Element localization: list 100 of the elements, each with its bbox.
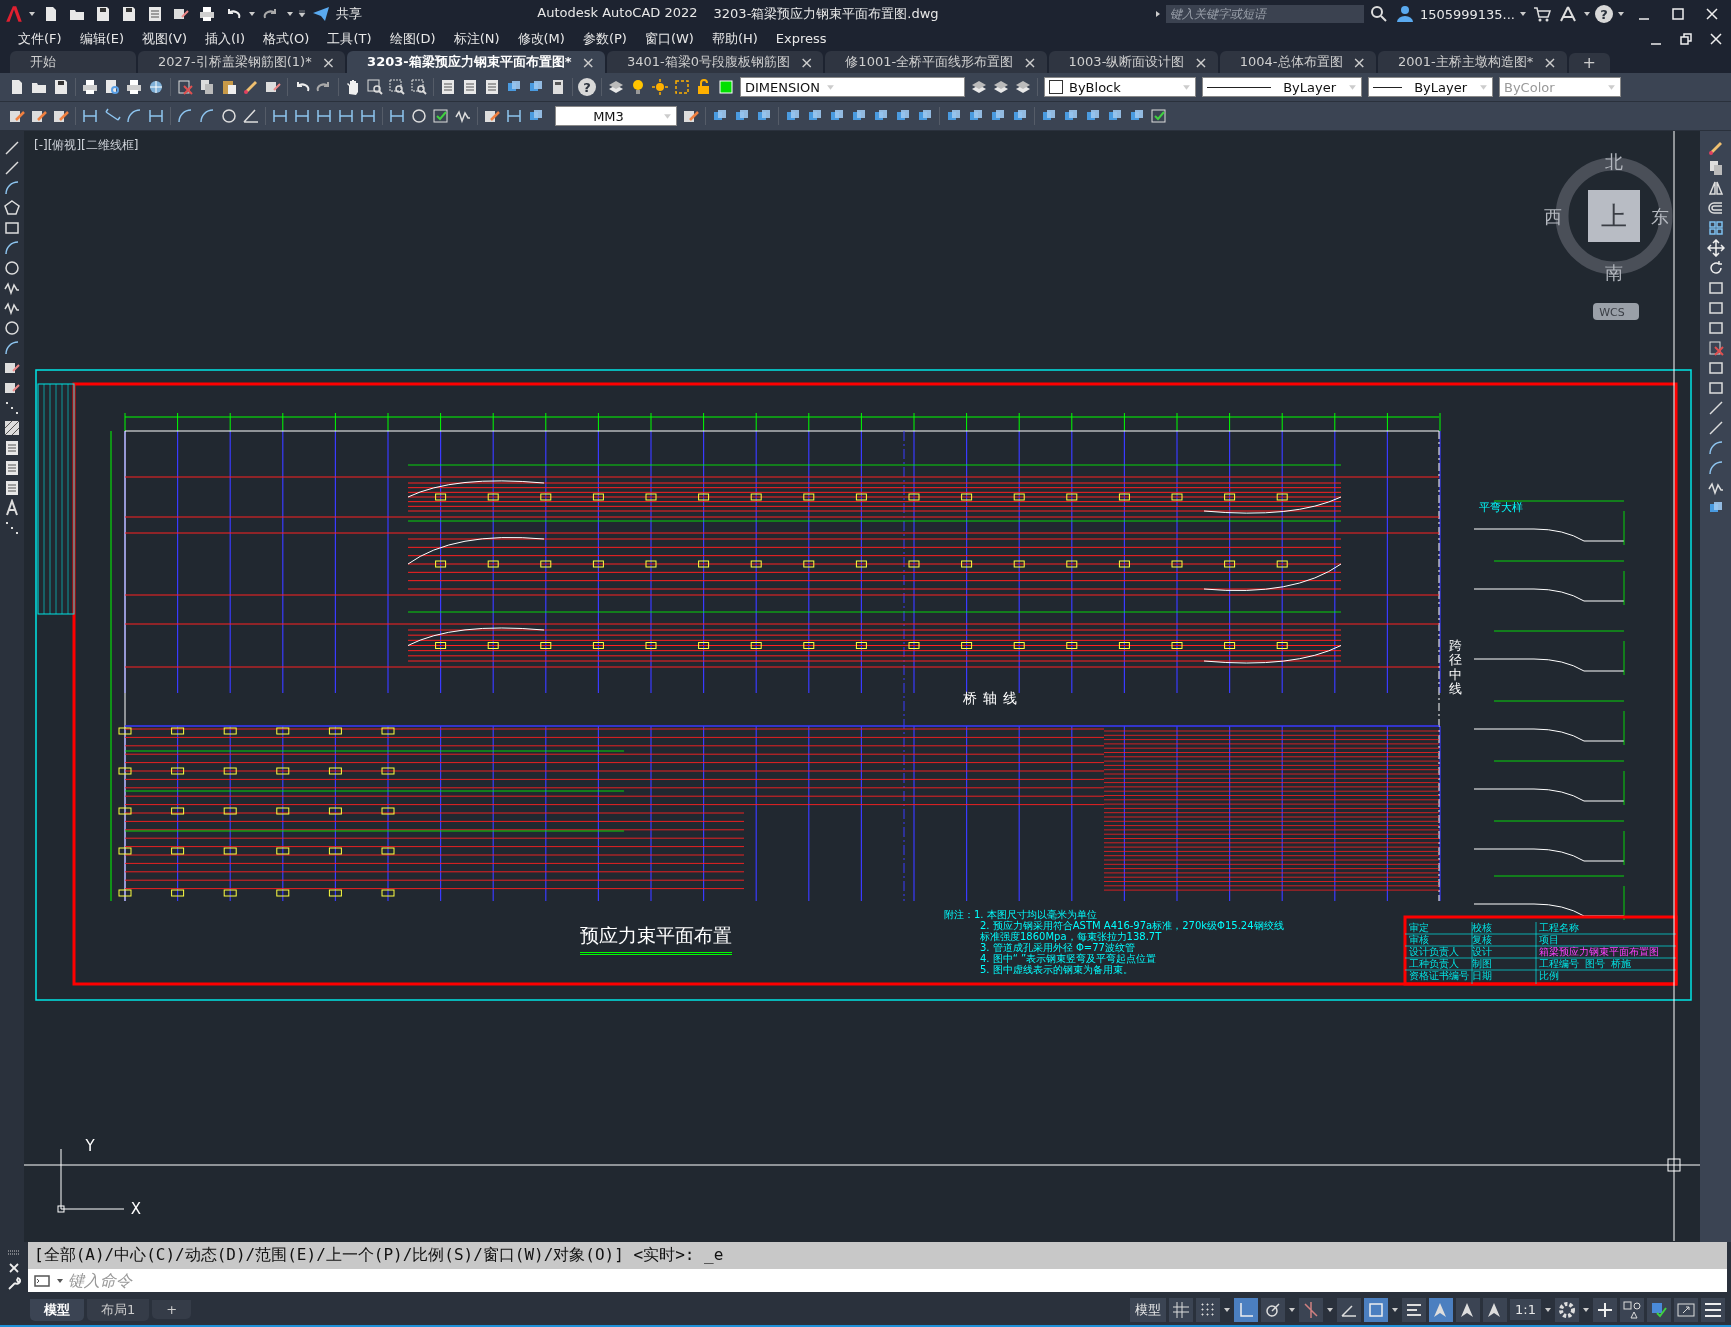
text-icon[interactable] [3,499,21,517]
close-icon[interactable] [1705,7,1719,21]
rect-icon[interactable] [1706,279,1725,297]
plus-icon[interactable] [1593,1297,1617,1322]
layout-tab[interactable]: 模型 [30,1298,84,1321]
file-tab[interactable]: 3401-箱梁0号段腹板钢筋图 × [606,51,824,73]
color-dropdown[interactable]: ByBlock [1044,77,1196,97]
cut-icon[interactable] [1706,339,1725,357]
shapes-icon[interactable] [1620,1297,1644,1322]
share-button[interactable]: 共享 [336,5,362,23]
circle-icon[interactable] [410,107,428,125]
zoom-icon[interactable] [366,78,384,96]
help-button[interactable]: ? [578,78,596,96]
brush-icon[interactable] [242,78,260,96]
array-icon[interactable] [1706,219,1725,237]
circle-icon[interactable] [220,107,238,125]
menu-item[interactable]: 帮助(H) [707,29,772,48]
layout-tab[interactable]: 布局1 [87,1298,150,1321]
caret-icon[interactable] [1583,10,1591,18]
paste-icon[interactable] [220,78,238,96]
menu-item[interactable]: 文件(F) [14,29,76,48]
rect-icon[interactable] [1706,299,1725,317]
rect-icon[interactable] [1706,319,1725,337]
help-button[interactable]: ? [1595,5,1613,23]
poly-icon[interactable] [3,199,21,217]
sheet-icon[interactable] [439,78,457,96]
wcs-label[interactable]: WCS [1599,306,1625,319]
grid-toggle-icon[interactable] [1169,1297,1194,1322]
sheet-icon[interactable] [483,78,501,96]
caret-icon[interactable] [56,1276,64,1285]
layers-icon[interactable] [992,78,1010,96]
arc-icon[interactable] [3,179,21,197]
user-name[interactable]: 1505999135... [1419,6,1515,22]
close-icon[interactable] [1709,31,1723,46]
new-layout-button[interactable]: + [152,1300,192,1319]
save-icon[interactable] [94,5,112,23]
layers-icon[interactable] [1014,78,1032,96]
menu-item[interactable]: 视图(V) [138,29,202,48]
file-tab[interactable]: 修1001-全桥平面线形布置图 × [825,51,1047,73]
sheet-icon[interactable] [461,78,479,96]
menu-item[interactable]: 标注(N) [449,29,514,48]
offset-icon[interactable] [1706,199,1725,217]
sheet-icon[interactable] [3,439,21,457]
dim-icon[interactable] [388,107,406,125]
preview-icon[interactable] [103,78,121,96]
globe-icon[interactable] [147,78,165,96]
restore-icon[interactable] [1679,31,1693,46]
menu-item[interactable]: 参数(P) [578,29,641,48]
freeze-icon[interactable] [673,78,691,96]
dim-icon[interactable] [359,107,377,125]
print-icon[interactable] [81,78,99,96]
cart-icon[interactable] [1533,5,1551,23]
dots-icon[interactable] [3,519,21,537]
dim-icon[interactable] [81,107,99,125]
menu-item[interactable]: 修改(M) [513,29,579,48]
caret-icon[interactable] [28,10,36,18]
check-badge-icon[interactable] [1647,1297,1671,1322]
arc-icon[interactable] [3,239,21,257]
menu-item[interactable]: 格式(O) [259,29,324,48]
menu-icon[interactable] [1701,1297,1725,1322]
color-icon[interactable] [717,78,735,96]
arc-icon[interactable] [1706,439,1725,457]
dropdown-icon[interactable] [298,10,306,18]
line-icon[interactable] [3,139,21,157]
dim-icon[interactable] [505,107,523,125]
move-icon[interactable] [1706,239,1725,257]
caret-icon[interactable] [1326,1305,1335,1314]
search-icon[interactable] [1369,5,1388,23]
compass-east[interactable]: 东 [1651,206,1669,227]
brush-icon[interactable] [1706,139,1725,157]
file-tab[interactable]: 2027-引桥盖梁钢筋图(1)* × [138,51,346,73]
layers-icon[interactable] [970,78,988,96]
tracking-toggle-icon[interactable] [1299,1297,1324,1322]
dimension-style-dropdown[interactable]: MM3 [555,106,677,126]
copy-icon[interactable] [198,78,216,96]
autoscale-toggle-icon[interactable] [1456,1297,1481,1322]
caret-icon[interactable] [248,10,256,18]
annoscale-toggle-icon[interactable] [1483,1297,1508,1322]
rect-icon[interactable] [3,219,21,237]
user-icon[interactable] [1395,5,1414,23]
caret-icon[interactable] [1582,1305,1590,1314]
print-icon[interactable] [198,5,216,23]
expand-icon[interactable] [1153,10,1162,18]
arc-icon[interactable] [198,107,216,125]
lineweight-dropdown[interactable]: ByLayer [1368,77,1493,97]
compass-west[interactable]: 西 [1544,206,1562,227]
dim-icon[interactable] [315,107,333,125]
menu-item[interactable]: 编辑(E) [75,29,138,48]
search-field[interactable]: 键入关键字或短语 [1165,5,1364,23]
hatch-icon[interactable] [3,419,21,437]
rect-icon[interactable] [1706,359,1725,377]
file-tab[interactable]: 2001-主桥主墩构造图* × [1377,51,1567,73]
new-tab-button[interactable]: + [1568,53,1610,73]
caret-icon[interactable] [1223,1305,1232,1314]
caret-icon[interactable] [1519,10,1527,18]
arc-icon[interactable] [1706,459,1725,477]
arc-icon[interactable] [125,107,143,125]
sheet-icon[interactable] [146,5,164,23]
check-icon[interactable] [432,107,450,125]
save-icon[interactable] [52,78,70,96]
